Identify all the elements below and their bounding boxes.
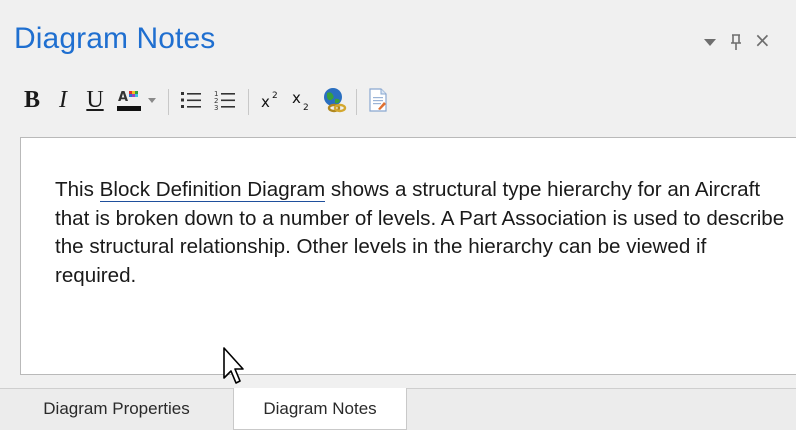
subscript-icon[interactable]: x 2 xyxy=(287,78,317,122)
close-icon[interactable]: × xyxy=(754,28,771,52)
panel-title: Diagram Notes xyxy=(14,22,216,55)
italic-button[interactable]: I xyxy=(52,78,74,122)
tab-diagram-properties[interactable]: Diagram Properties xyxy=(0,389,233,429)
bullet-list-icon[interactable] xyxy=(176,78,206,122)
document-icon[interactable] xyxy=(364,78,392,122)
superscript-icon[interactable]: x 2 xyxy=(256,78,286,122)
diagram-link[interactable]: Block Definition Diagram xyxy=(99,178,326,202)
toolbar-separator xyxy=(248,89,249,115)
svg-text:x: x xyxy=(261,93,270,111)
numbered-list-icon[interactable]: 1 2 3 xyxy=(210,78,240,122)
toolbar-separator xyxy=(356,89,357,115)
formatting-toolbar: B I U A 1 2 3 x 2 x 2 xyxy=(0,78,796,122)
toolbar-separator xyxy=(168,89,169,115)
chevron-down-icon[interactable] xyxy=(145,78,159,122)
notes-text[interactable]: This Block Definition Diagram shows a st… xyxy=(55,176,785,290)
pin-icon[interactable] xyxy=(728,30,744,58)
svg-text:x: x xyxy=(292,89,301,107)
tab-diagram-notes[interactable]: Diagram Notes xyxy=(233,388,407,430)
svg-text:3: 3 xyxy=(214,104,218,112)
svg-text:A: A xyxy=(118,90,128,105)
chevron-down-icon[interactable] xyxy=(702,30,718,58)
svg-text:2: 2 xyxy=(303,103,309,113)
text-color-icon[interactable]: A xyxy=(115,78,145,122)
underline-button[interactable]: U xyxy=(82,78,108,122)
panel-tab-strip: Diagram Properties Diagram Notes xyxy=(0,388,796,430)
svg-text:2: 2 xyxy=(272,91,278,101)
hyperlink-globe-icon[interactable] xyxy=(318,78,350,122)
notes-editor[interactable]: This Block Definition Diagram shows a st… xyxy=(20,137,796,375)
notes-text-prefix: This xyxy=(55,178,100,201)
mouse-pointer-icon xyxy=(222,346,244,390)
bold-button[interactable]: B xyxy=(20,78,44,122)
